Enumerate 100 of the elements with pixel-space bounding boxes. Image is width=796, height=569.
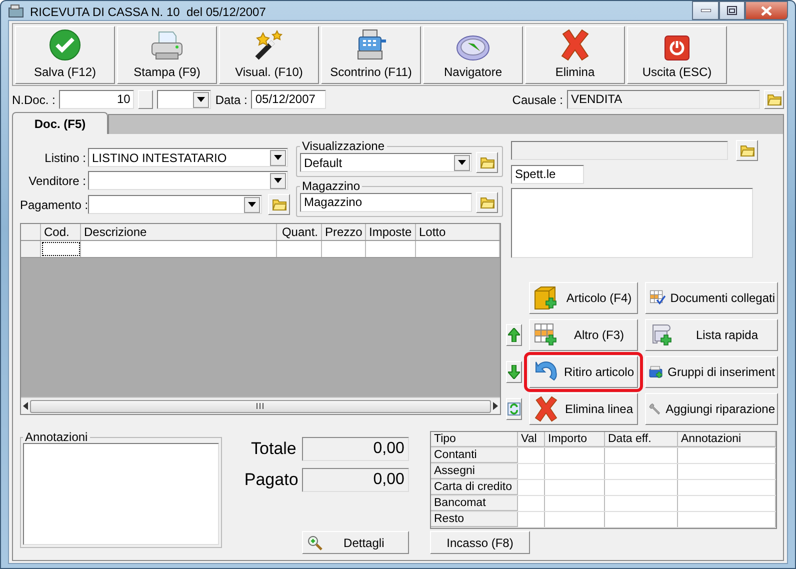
- tab[interactable]: Doc. (F5): [12, 112, 108, 134]
- grip-icon: [256, 403, 265, 409]
- toolbar-button[interactable]: Salva (F12): [15, 26, 115, 84]
- details-button[interactable]: Dettagli: [302, 531, 410, 554]
- side-button[interactable]: [506, 398, 522, 420]
- dropdown-button[interactable]: [270, 150, 286, 166]
- column-header[interactable]: Importo: [545, 432, 605, 447]
- row-header: Assegni: [431, 464, 518, 479]
- down-arrow-icon: [508, 365, 520, 379]
- folder-icon: [272, 198, 286, 211]
- magic-wand-icon: [253, 29, 285, 61]
- action-button[interactable]: Gruppi di inseriment: [645, 356, 778, 388]
- power-icon: [664, 35, 690, 61]
- field-label: Venditore :: [28, 174, 86, 188]
- dropdown-arrow-icon: [274, 178, 282, 183]
- total-value: 0,00: [302, 468, 410, 492]
- group-title: Annotazioni: [24, 431, 89, 443]
- action-button[interactable]: Elimina linea: [529, 393, 638, 425]
- column-header[interactable]: Annotazioni: [678, 432, 776, 447]
- scroll-right-icon: [493, 402, 498, 410]
- side-button[interactable]: [506, 361, 522, 383]
- close-icon: [761, 6, 772, 16]
- salutation-field[interactable]: Spett.le: [511, 165, 584, 184]
- action-button[interactable]: Articolo (F4): [529, 282, 638, 314]
- toolbar-button[interactable]: Elimina: [525, 26, 625, 84]
- action-button[interactable]: Lista rapida: [645, 319, 778, 351]
- toolbar-button[interactable]: Stampa (F9): [117, 26, 217, 84]
- dropdown-field[interactable]: [88, 171, 288, 190]
- folder-icon: [766, 93, 782, 106]
- warehouse-field[interactable]: Magazzino: [300, 193, 472, 212]
- scroll-left-icon: [23, 402, 28, 410]
- maximize-button[interactable]: [719, 1, 745, 20]
- action-button[interactable]: Aggiungi riparazione: [645, 393, 778, 425]
- series-dropdown[interactable]: [157, 90, 212, 109]
- column-header[interactable]: Val: [518, 432, 545, 447]
- dropdown-arrow-icon: [458, 160, 466, 165]
- toolbar-button[interactable]: Scontrino (F11): [321, 26, 421, 84]
- document-number-field[interactable]: 10: [59, 90, 134, 109]
- side-button[interactable]: [506, 324, 522, 346]
- action-button[interactable]: Altro (F3): [529, 319, 638, 351]
- total-label: Pagato: [244, 470, 296, 490]
- date-field[interactable]: 05/12/2007: [251, 90, 326, 109]
- close-button[interactable]: [745, 1, 788, 20]
- folder-button[interactable]: [736, 140, 758, 161]
- minimize-icon: [700, 9, 710, 12]
- row-header: Carta di credito: [431, 480, 518, 495]
- action-button[interactable]: Ritiro articolo: [529, 356, 638, 388]
- field-label: Causale :: [512, 92, 563, 106]
- group-title: Visualizzazione: [301, 140, 386, 152]
- row-header: Resto: [431, 512, 518, 527]
- dropdown-button[interactable]: [270, 172, 286, 188]
- minimize-button[interactable]: [692, 1, 719, 20]
- dropdown-field[interactable]: [88, 195, 262, 214]
- folder-button[interactable]: [476, 152, 498, 173]
- checkmark-icon: [49, 29, 81, 61]
- maximize-icon: [727, 6, 737, 15]
- toolbar-button[interactable]: Uscita (ESC): [627, 26, 727, 84]
- folder-button[interactable]: [476, 192, 498, 213]
- small-button[interactable]: [138, 90, 154, 109]
- view-dropdown[interactable]: Default: [300, 153, 472, 172]
- reason-field[interactable]: VENDITA: [567, 90, 760, 109]
- dropdown-arrow-icon: [248, 202, 256, 207]
- dropdown-button[interactable]: [244, 196, 260, 212]
- total-value: 0,00: [302, 437, 410, 461]
- refresh-icon: [507, 402, 521, 416]
- cash-in-button[interactable]: Incasso (F8): [430, 531, 530, 554]
- field-label: Listino :: [44, 150, 86, 164]
- printer-icon: [150, 31, 184, 61]
- folder-button[interactable]: [764, 90, 784, 109]
- field-label: Pagamento :: [20, 198, 86, 212]
- folder-icon: [740, 144, 754, 157]
- focused-cell[interactable]: [41, 241, 81, 257]
- dropdown-button[interactable]: [454, 154, 470, 170]
- window-title: RICEVUTA DI CASSA N. 10 del 05/12/2007: [30, 4, 267, 18]
- grid-plus-icon: [533, 322, 559, 348]
- folder-icon: [480, 156, 494, 169]
- column-header[interactable]: Data eff.: [605, 432, 678, 447]
- dropdown-field[interactable]: LISTINO INTESTATARIO: [88, 148, 288, 167]
- dropdown-button[interactable]: [193, 92, 210, 108]
- action-button[interactable]: Documenti collegati: [645, 282, 778, 314]
- toolbar-button[interactable]: Navigatore: [423, 26, 523, 84]
- delete-x-icon: [560, 29, 590, 61]
- compass-icon: [456, 35, 490, 61]
- field-label: Data :: [215, 92, 248, 106]
- folder-icon: [480, 196, 494, 209]
- column-header[interactable]: Tipo: [431, 432, 518, 447]
- horizontal-scrollbar[interactable]: [21, 397, 500, 414]
- up-arrow-icon: [508, 328, 520, 342]
- delete-x-icon: [533, 396, 559, 422]
- toolbar-button[interactable]: Visual. (F10): [219, 26, 319, 84]
- row-header: Bancomat: [431, 496, 518, 511]
- folder-button[interactable]: [268, 194, 290, 215]
- row-header: Contanti: [431, 448, 518, 463]
- zoom-in-icon: [307, 534, 324, 550]
- total-label: Totale: [250, 439, 296, 459]
- box-plus-icon: [533, 285, 559, 311]
- customer-field[interactable]: [511, 141, 728, 160]
- dropdown-arrow-icon: [274, 155, 282, 160]
- group-title: Magazzino: [301, 180, 362, 192]
- dropdown-arrow-icon: [197, 97, 206, 102]
